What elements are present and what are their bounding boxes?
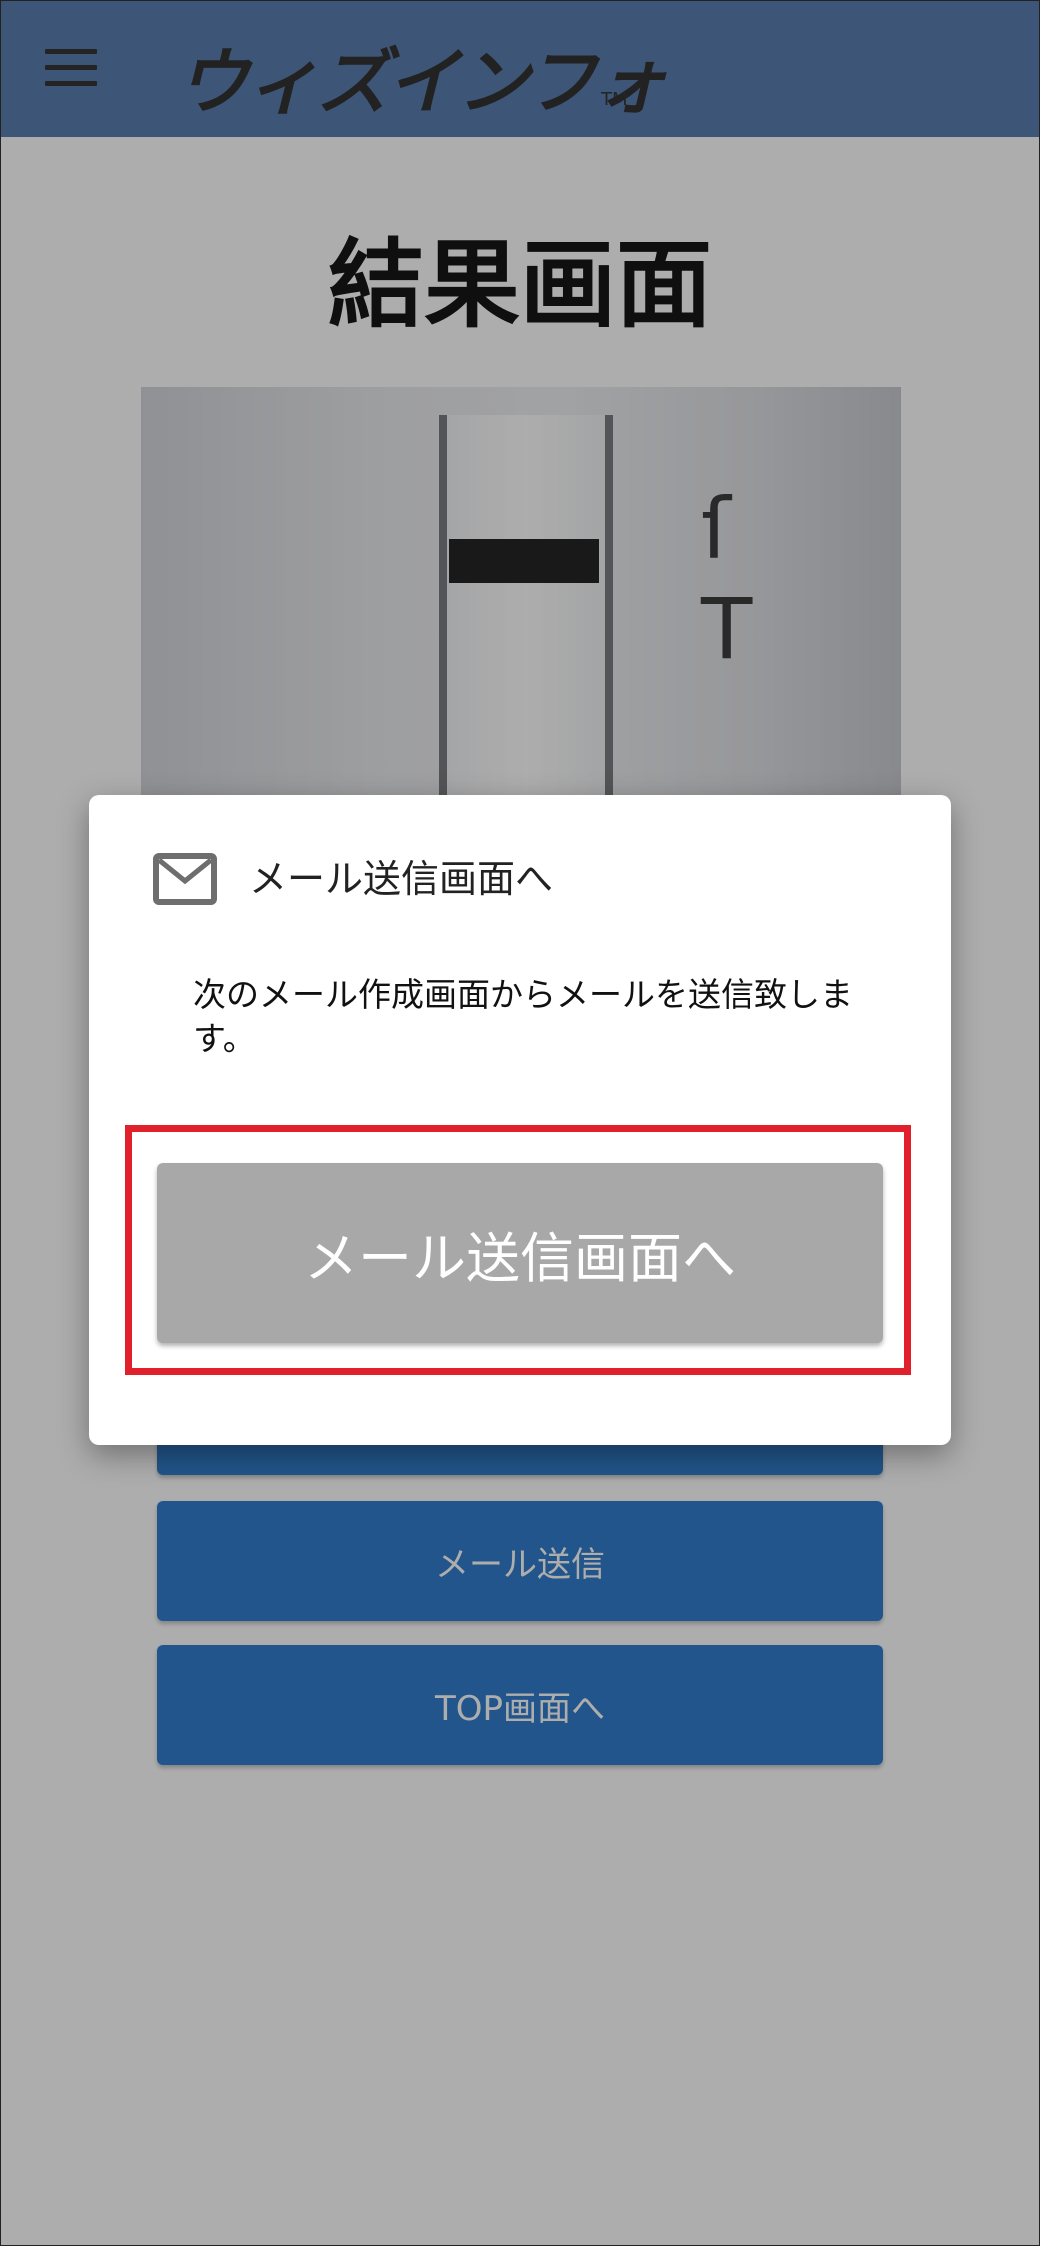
dialog-message: 次のメール作成画面からメールを送信致します。 (193, 975, 853, 1058)
mail-dialog: メール送信画面へ 次のメール作成画面からメールを送信致します。 メール送信画面へ (89, 795, 951, 1445)
mail-icon (153, 853, 217, 905)
dialog-title: メール送信画面へ (249, 857, 554, 901)
go-to-mail-screen-button[interactable]: メール送信画面へ (157, 1163, 883, 1343)
screen: ウィズインフォ TM 結果画面 ſ T メール送信 TOP画面へ メール送信画面… (0, 0, 1040, 2246)
